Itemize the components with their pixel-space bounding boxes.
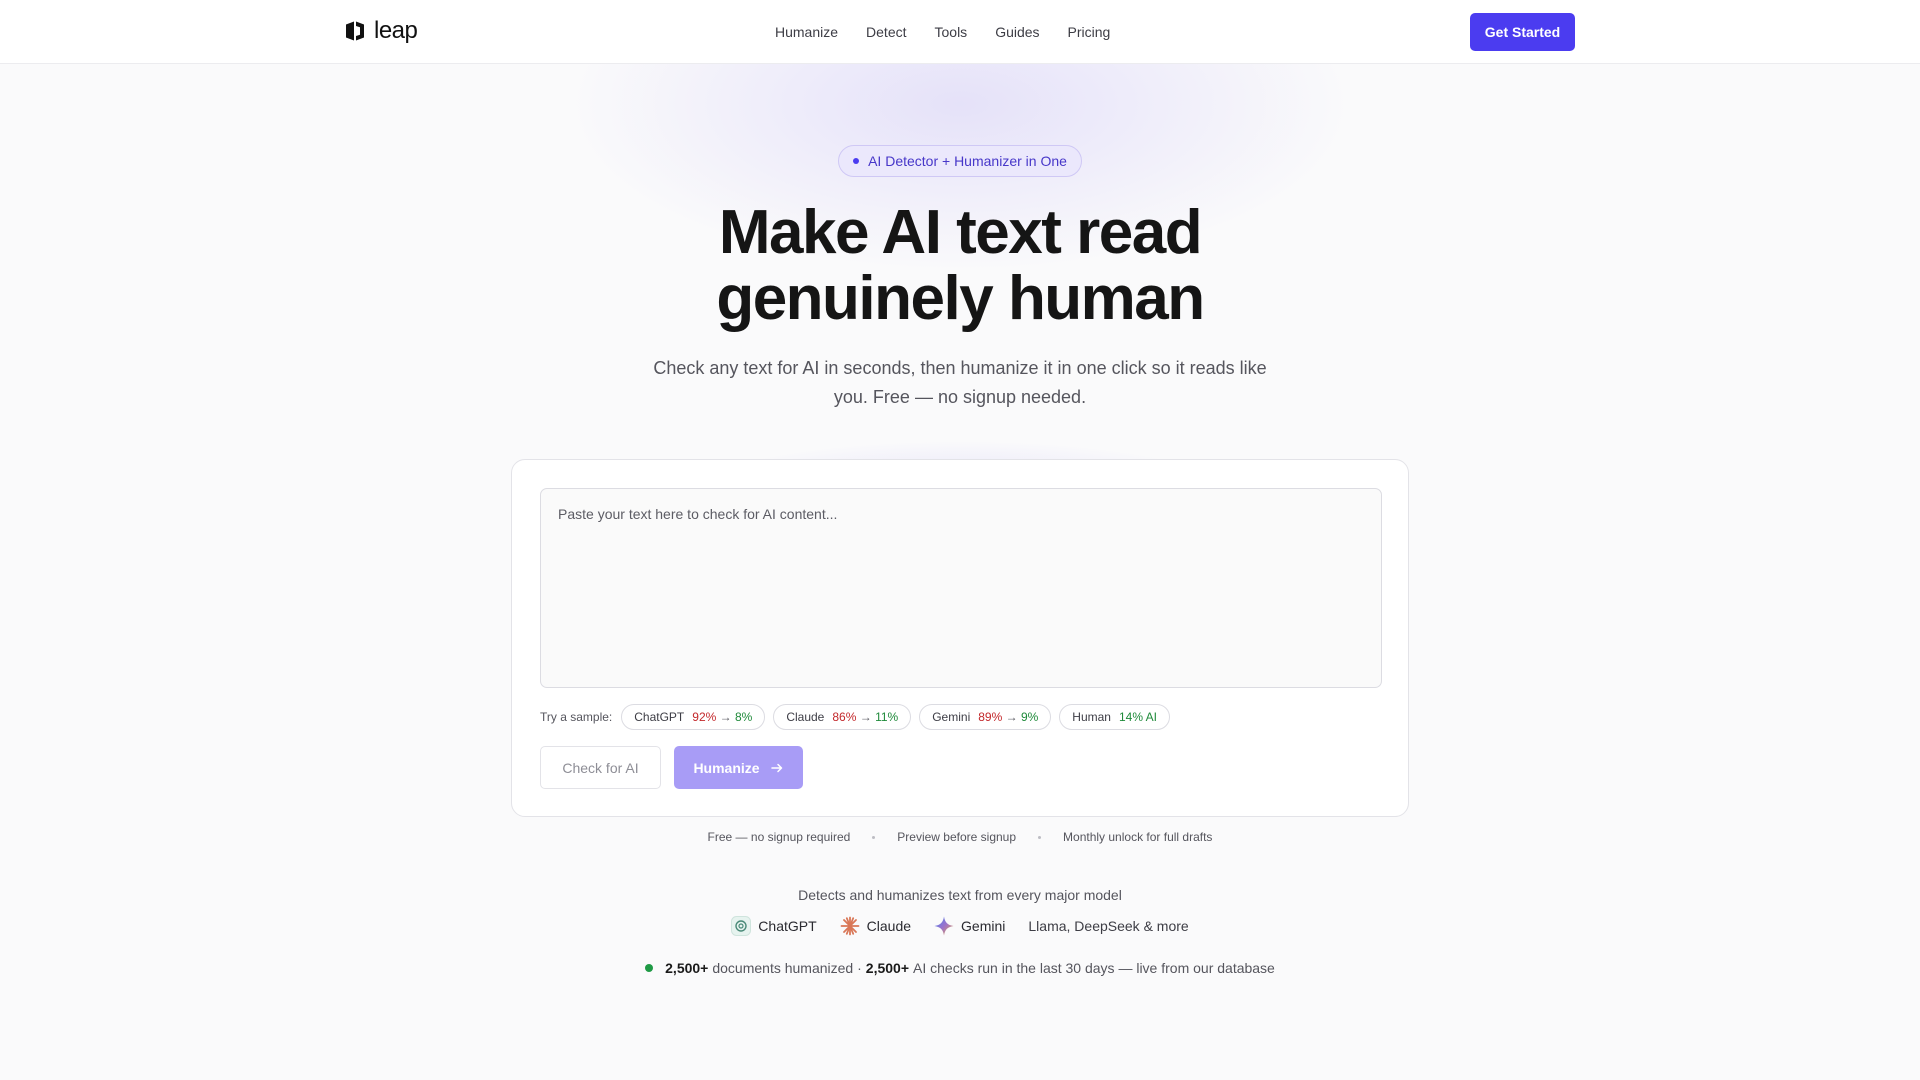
- sample-after-score: 9%: [1020, 710, 1039, 724]
- humanize-label: Humanize: [693, 759, 760, 776]
- page-title: Make AI text read genuinely human: [560, 200, 1360, 332]
- feature-item: Preview before signup: [897, 830, 1017, 844]
- feature-list: Free — no signup required Preview before…: [560, 830, 1360, 844]
- sample-name: Gemini: [932, 710, 971, 724]
- hero-subtitle: Check any text for AI in seconds, then h…: [653, 358, 1267, 407]
- model-more: Llama, DeepSeek & more: [1028, 918, 1189, 934]
- sample-before-score: 86%: [832, 710, 857, 724]
- documents-count: 2,500+: [665, 960, 709, 976]
- sample-chip-gemini[interactable]: Gemini 89% → 9%: [919, 704, 1052, 730]
- site-header: leap Humanize Detect Tools Guides Pricin…: [0, 0, 1920, 64]
- documents-label: documents humanized ·: [712, 960, 862, 976]
- sample-chip-chatgpt[interactable]: ChatGPT 92% → 8%: [621, 704, 766, 730]
- arrow-right-icon: →: [719, 710, 732, 724]
- sample-after-score: 8%: [734, 710, 753, 724]
- logo-text: leap: [374, 17, 418, 44]
- badge-dot-icon: [853, 158, 860, 164]
- samples-label: Try a sample:: [540, 710, 613, 724]
- arrow-right-icon: →: [1005, 710, 1018, 724]
- sample-after-score: 11%: [875, 710, 899, 724]
- claude-icon: [840, 916, 860, 936]
- live-indicator-icon: [645, 964, 654, 972]
- sample-result-score: 14% AI: [1118, 710, 1158, 724]
- arrow-right-icon: →: [859, 710, 872, 724]
- text-input[interactable]: [540, 488, 1382, 688]
- nav-link-pricing[interactable]: Pricing: [1068, 22, 1111, 42]
- feature-item: Monthly unlock for full drafts: [1063, 830, 1213, 844]
- model-name: ChatGPT: [758, 918, 817, 934]
- model-name: Claude: [866, 918, 912, 934]
- nav-link-detect[interactable]: Detect: [866, 22, 906, 42]
- sample-name: ChatGPT: [634, 710, 685, 724]
- nav-link-tools[interactable]: Tools: [935, 22, 968, 42]
- checks-label: AI checks run in the last 30 days — live…: [913, 960, 1275, 976]
- models-title: Detects and humanizes text from every ma…: [798, 887, 1122, 903]
- chatgpt-icon: [731, 916, 752, 936]
- sample-name: Claude: [786, 710, 825, 724]
- gemini-icon: [934, 916, 954, 936]
- check-for-ai-button[interactable]: Check for AI: [540, 746, 661, 789]
- sample-name: Human: [1072, 710, 1111, 724]
- model-list: ChatGPT Claude Gemini Llama, DeepSeek & …: [560, 916, 1360, 936]
- separator-dot: [1038, 835, 1042, 839]
- humanize-button[interactable]: Humanize: [674, 746, 803, 789]
- nav-link-guides[interactable]: Guides: [995, 22, 1039, 42]
- model-item-claude: Claude: [840, 916, 911, 936]
- separator-dot: [872, 835, 876, 839]
- get-started-button[interactable]: Get Started: [1470, 13, 1575, 51]
- main-nav: Humanize Detect Tools Guides Pricing: [775, 22, 1110, 42]
- detector-card: Try a sample: ChatGPT 92% → 8% Claude 86…: [511, 459, 1409, 817]
- leap-logo-icon: [346, 21, 364, 41]
- sample-row: Try a sample: ChatGPT 92% → 8% Claude 86…: [540, 704, 1171, 730]
- sample-chip-human[interactable]: Human 14% AI: [1059, 704, 1171, 730]
- model-item-chatgpt: ChatGPT: [731, 916, 817, 936]
- sample-chip-claude[interactable]: Claude 86% → 11%: [773, 704, 912, 730]
- model-name: Gemini: [961, 918, 1006, 934]
- hero-badge: AI Detector + Humanizer in One: [838, 145, 1082, 177]
- logo[interactable]: leap: [343, 17, 418, 44]
- checks-count: 2,500+: [865, 960, 909, 976]
- model-item-gemini: Gemini: [934, 916, 1005, 936]
- sample-before-score: 92%: [692, 710, 717, 724]
- sample-before-score: 89%: [978, 710, 1003, 724]
- headline-line-1: Make AI text read: [718, 198, 1203, 267]
- headline-line-2: genuinely human: [716, 264, 1205, 333]
- feature-item: Free — no signup required: [707, 830, 851, 844]
- badge-label: AI Detector + Humanizer in One: [868, 153, 1067, 169]
- nav-link-humanize[interactable]: Humanize: [775, 22, 838, 42]
- arrow-right-icon: [770, 763, 782, 772]
- live-stats: 2,500+ documents humanized · 2,500+ AI c…: [560, 960, 1360, 976]
